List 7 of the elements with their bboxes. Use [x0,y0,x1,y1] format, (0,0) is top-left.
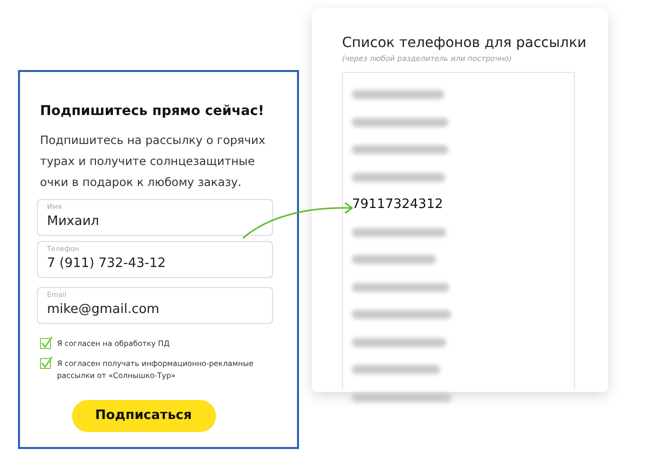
form-description: Подпишитесь на рассылку о горячих турах и получите солнцезащитные очки в подарок к любому заказу. [40,132,266,191]
subscribe-button[interactable]: Подписаться [72,400,216,432]
list-title: Список телефонов для рассылки [342,34,588,52]
checkbox[interactable] [40,356,53,370]
phone-number: 79117324312 [352,196,443,214]
checkbox[interactable] [40,336,53,350]
form-title: Подпишитесь прямо сейчас! [40,102,266,120]
